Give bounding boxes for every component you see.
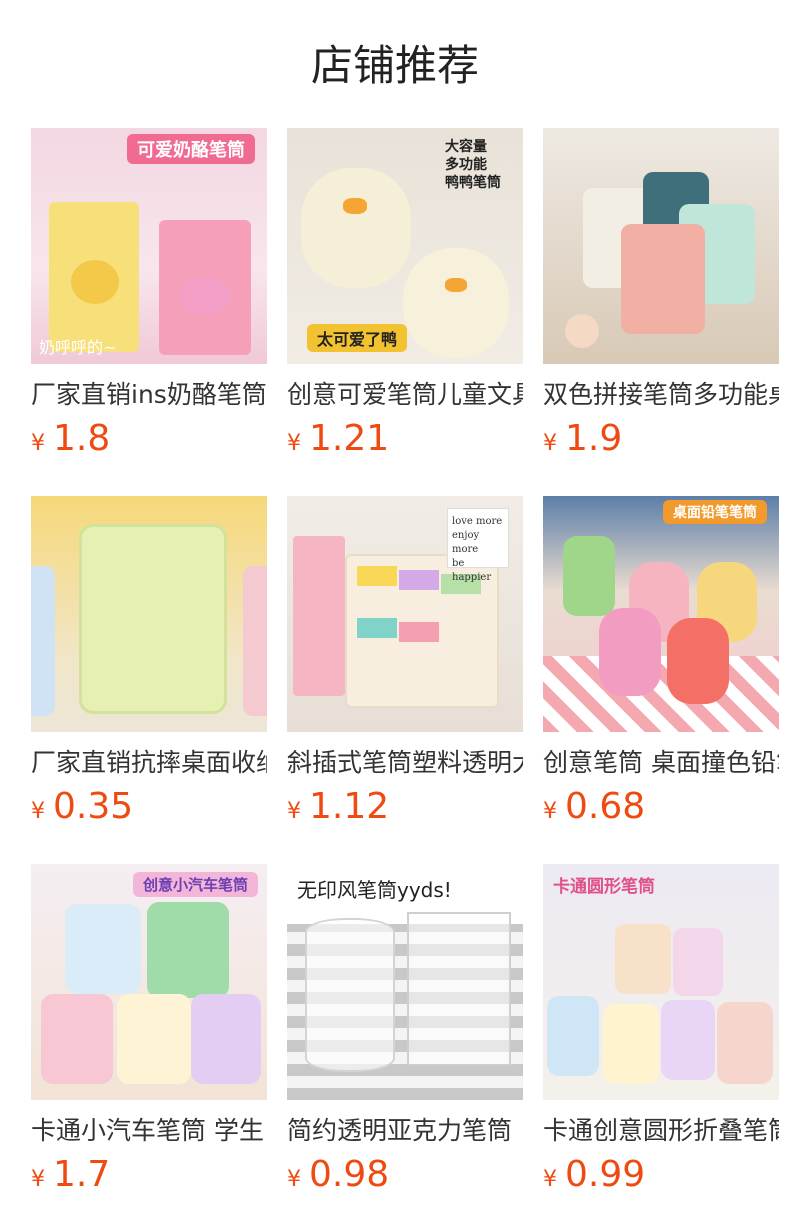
currency-symbol: ¥ [543, 1167, 557, 1192]
product-name: 厂家直销抗摔桌面收纳 [31, 748, 267, 777]
product-image[interactable]: love more enjoy more be happier [287, 496, 523, 732]
product-image[interactable]: 桌面铅笔笔筒 [543, 496, 779, 732]
product-card[interactable]: 创意小汽车笔筒 卡通小汽车笔筒 学生 ¥1.7 [31, 864, 267, 1232]
product-price: ¥1.21 [287, 418, 523, 466]
currency-symbol: ¥ [31, 1167, 45, 1192]
product-name: 卡通小汽车笔筒 学生 [31, 1116, 264, 1145]
product-name: 厂家直销ins奶酪笔筒 [31, 380, 267, 409]
currency-symbol: ¥ [31, 431, 45, 456]
product-card[interactable]: 大容量 多功能 鸭鸭笔筒 太可爱了鸭 创意可爱笔筒儿童文具 ¥1.21 [287, 128, 523, 496]
currency-symbol: ¥ [287, 1167, 301, 1192]
image-banner: 太可爱了鸭 [307, 324, 408, 352]
product-image[interactable]: 卡通圆形笔筒 [543, 864, 779, 1100]
product-image[interactable]: 创意小汽车笔筒 [31, 864, 267, 1100]
product-card[interactable]: 卡通圆形笔筒 卡通创意圆形折叠笔筒 ¥0.99 [543, 864, 779, 1232]
product-price: ¥1.7 [31, 1154, 267, 1202]
image-banner: 可爱奶酪笔筒 [127, 134, 255, 164]
image-text: be happier [452, 558, 492, 583]
product-image[interactable]: 大容量 多功能 鸭鸭笔筒 太可爱了鸭 [287, 128, 523, 364]
product-price: ¥0.98 [287, 1154, 523, 1202]
product-card[interactable]: 厂家直销抗摔桌面收纳 ¥0.35 [31, 496, 267, 864]
currency-symbol: ¥ [287, 799, 301, 824]
product-grid: 可爱奶酪笔筒 奶呼呼的~ 厂家直销ins奶酪笔筒 ¥1.8 大容量 多功能 鸭鸭… [31, 128, 779, 1232]
product-card[interactable]: 桌面铅笔笔筒 创意笔筒 桌面撞色铅笔 ¥0.68 [543, 496, 779, 864]
product-price: ¥1.8 [31, 418, 267, 466]
image-caption: 奶呼呼的~ [39, 338, 117, 357]
image-text: love more [452, 516, 503, 527]
price-value: 1.21 [309, 418, 390, 459]
image-caption: 卡通圆形笔筒 [553, 877, 655, 897]
product-image[interactable] [543, 128, 779, 364]
product-image[interactable] [31, 496, 267, 732]
image-text: 多功能 [445, 157, 487, 173]
product-name: 创意笔筒 桌面撞色铅笔 [543, 748, 779, 777]
product-card[interactable]: 无印风笔筒yyds! 简约透明亚克力笔筒 ¥0.98 [287, 864, 523, 1232]
image-banner: 创意小汽车笔筒 [133, 872, 259, 897]
product-image[interactable]: 无印风笔筒yyds! [287, 864, 523, 1100]
product-name: 简约透明亚克力笔筒 [287, 1116, 513, 1145]
image-text: enjoy more [452, 530, 480, 555]
product-name: 双色拼接笔筒多功能桌 [543, 380, 779, 409]
price-value: 1.12 [309, 786, 390, 827]
price-value: 1.9 [565, 418, 623, 459]
product-price: ¥1.12 [287, 786, 523, 834]
product-image[interactable]: 可爱奶酪笔筒 奶呼呼的~ [31, 128, 267, 364]
product-price: ¥0.35 [31, 786, 267, 834]
product-price: ¥0.99 [543, 1154, 779, 1202]
image-caption: 无印风笔筒yyds! [297, 878, 452, 902]
price-value: 0.35 [53, 786, 134, 827]
currency-symbol: ¥ [543, 431, 557, 456]
page-title: 店铺推荐 [310, 41, 479, 90]
price-value: 0.98 [309, 1154, 390, 1195]
product-price: ¥0.68 [543, 786, 779, 834]
product-name: 创意可爱笔筒儿童文具 [287, 380, 523, 409]
product-name: 卡通创意圆形折叠笔筒 [543, 1116, 779, 1145]
currency-symbol: ¥ [543, 799, 557, 824]
product-name: 斜插式笔筒塑料透明大 [287, 748, 523, 777]
image-text: 大容量 [445, 139, 487, 155]
image-text: 鸭鸭笔筒 [445, 175, 501, 191]
currency-symbol: ¥ [31, 799, 45, 824]
price-value: 0.99 [565, 1154, 646, 1195]
price-value: 1.8 [53, 418, 111, 459]
image-banner: 桌面铅笔笔筒 [663, 500, 767, 524]
currency-symbol: ¥ [287, 431, 301, 456]
price-value: 0.68 [565, 786, 646, 827]
product-card[interactable]: love more enjoy more be happier 斜插式笔筒塑料透… [287, 496, 523, 864]
price-value: 1.7 [53, 1154, 111, 1195]
product-card[interactable]: 可爱奶酪笔筒 奶呼呼的~ 厂家直销ins奶酪笔筒 ¥1.8 [31, 128, 267, 496]
product-price: ¥1.9 [543, 418, 779, 466]
product-card[interactable]: 双色拼接笔筒多功能桌 ¥1.9 [543, 128, 779, 496]
